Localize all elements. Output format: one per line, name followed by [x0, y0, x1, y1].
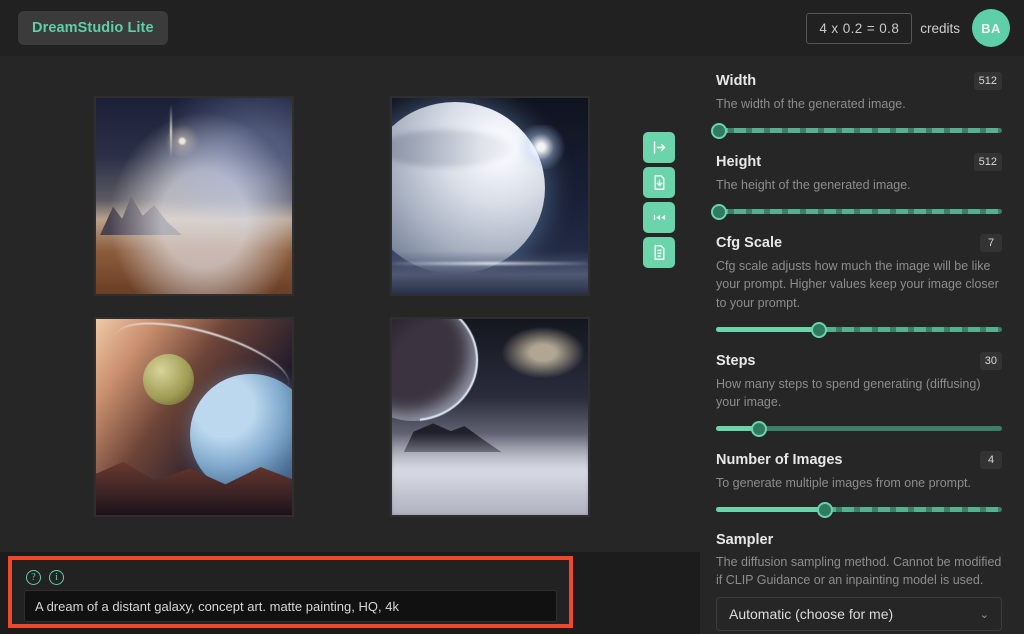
control-header: Cfg Scale 7: [716, 234, 1002, 253]
control-slider[interactable]: [710, 122, 1002, 140]
control-label: Number of Images: [716, 451, 843, 468]
art-moon-shape: [143, 354, 194, 406]
control-slider[interactable]: [716, 321, 1002, 339]
control-description: Cfg scale adjusts how much the image wil…: [716, 259, 999, 310]
generated-image-3[interactable]: [94, 317, 294, 517]
control-description: The height of the generated image.: [716, 178, 911, 193]
seed-file-icon[interactable]: [643, 237, 675, 268]
settings-sidebar: Width 512 The width of the generated image…: [700, 56, 1024, 634]
control-value-badge: 30: [979, 351, 1002, 370]
slider-track[interactable]: [716, 209, 1002, 215]
art-glow-shape: [513, 125, 569, 169]
slider-fill: [716, 326, 819, 332]
generated-image-grid: [94, 96, 590, 517]
info-icon[interactable]: i: [49, 570, 64, 585]
sampler-label: Sampler: [716, 532, 774, 548]
prompt-zone: ? i A dream of a distant galaxy, concept…: [0, 552, 700, 634]
help-question-icon[interactable]: ?: [26, 570, 41, 585]
slider-thumb[interactable]: [816, 502, 833, 518]
app-header: DreamStudio Lite 4 x 0.2 = 0.8 credits B…: [0, 0, 1024, 56]
slider-thumb[interactable]: [710, 123, 727, 140]
sampler-description: The diffusion sampling method. Cannot be…: [716, 555, 1002, 588]
sampler-header: Sampler: [716, 532, 1002, 548]
sampler-select[interactable]: Automatic (choose for me) ⌄: [716, 597, 1002, 632]
control-cfg-scale: Cfg Scale 7 Cfg scale adjusts how much the…: [716, 234, 1002, 338]
dreamstudio-app: DreamStudio Lite 4 x 0.2 = 0.8 credits B…: [0, 0, 1024, 634]
generated-image-4[interactable]: [390, 317, 590, 517]
image-grid-area: [0, 56, 700, 552]
rewind-icon[interactable]: [643, 202, 675, 233]
control-description: How many steps to spend generating (diff…: [716, 376, 981, 409]
prompt-highlight-box: ? i A dream of a distant galaxy, concept…: [8, 556, 573, 628]
control-slider[interactable]: [710, 203, 1002, 221]
slider-fill: [716, 507, 825, 512]
slider-thumb[interactable]: [810, 321, 827, 338]
send-to-right-icon[interactable]: [643, 132, 675, 163]
prompt-helper-row: ? i: [26, 570, 64, 585]
brand-logo[interactable]: DreamStudio Lite: [18, 11, 168, 45]
control-slider[interactable]: [716, 501, 1002, 519]
canvas-panel: ? i A dream of a distant galaxy, concept…: [0, 56, 700, 634]
credit-cost-box: 4 x 0.2 = 0.8: [806, 12, 913, 44]
slider-thumb[interactable]: [750, 420, 767, 437]
app-body: ? i A dream of a distant galaxy, concept…: [0, 56, 1024, 634]
control-height: Height 512 The height of the generated ima…: [710, 153, 1002, 221]
control-value-badge: 7: [980, 234, 1002, 253]
control-width: Width 512 The width of the generated image…: [710, 72, 1002, 140]
control-header: Width 512: [716, 72, 1002, 90]
art-glow-shape: [501, 326, 585, 378]
prompt-input[interactable]: A dream of a distant galaxy, concept art…: [24, 590, 557, 622]
slider-track[interactable]: [716, 128, 1002, 134]
control-description: To generate multiple images from one pro…: [716, 475, 971, 490]
settings-controls: Width 512 The width of the generated image…: [710, 72, 1002, 519]
control-value-badge: 4: [980, 450, 1002, 469]
control-header: Number of Images 4: [716, 450, 1002, 469]
control-label: Steps: [716, 352, 756, 369]
control-value-badge: 512: [973, 153, 1002, 172]
art-horizon-shape: [392, 250, 588, 294]
control-header: Height 512: [716, 153, 1002, 172]
canvas-toolbar: [643, 132, 675, 268]
control-number-of-images: Number of Images 4 To generate multiple im…: [716, 450, 1002, 519]
control-header: Steps 30: [716, 351, 1002, 370]
chevron-down-icon: ⌄: [979, 608, 989, 621]
control-label: Width: [716, 73, 757, 89]
slider-thumb[interactable]: [710, 204, 727, 221]
sampler-selected-value: Automatic (choose for me): [729, 606, 894, 623]
art-mist-shape: [392, 432, 588, 515]
download-file-icon[interactable]: [643, 167, 675, 198]
generated-image-2[interactable]: [390, 96, 590, 296]
credits-label: credits: [920, 20, 960, 36]
avatar[interactable]: BA: [972, 9, 1010, 47]
art-mountain-shape: [99, 196, 183, 236]
control-value-badge: 512: [973, 72, 1002, 90]
control-label: Cfg Scale: [716, 235, 783, 252]
sampler-control: Sampler The diffusion sampling method. C…: [716, 532, 1002, 632]
control-steps: Steps 30 How many steps to spend generatin…: [716, 351, 1002, 438]
control-slider[interactable]: [716, 420, 1002, 438]
header-right-group: 4 x 0.2 = 0.8 credits BA: [806, 0, 1010, 56]
control-description: The width of the generated image.: [716, 97, 906, 111]
control-label: Height: [716, 154, 762, 171]
generated-image-1[interactable]: [94, 96, 294, 296]
